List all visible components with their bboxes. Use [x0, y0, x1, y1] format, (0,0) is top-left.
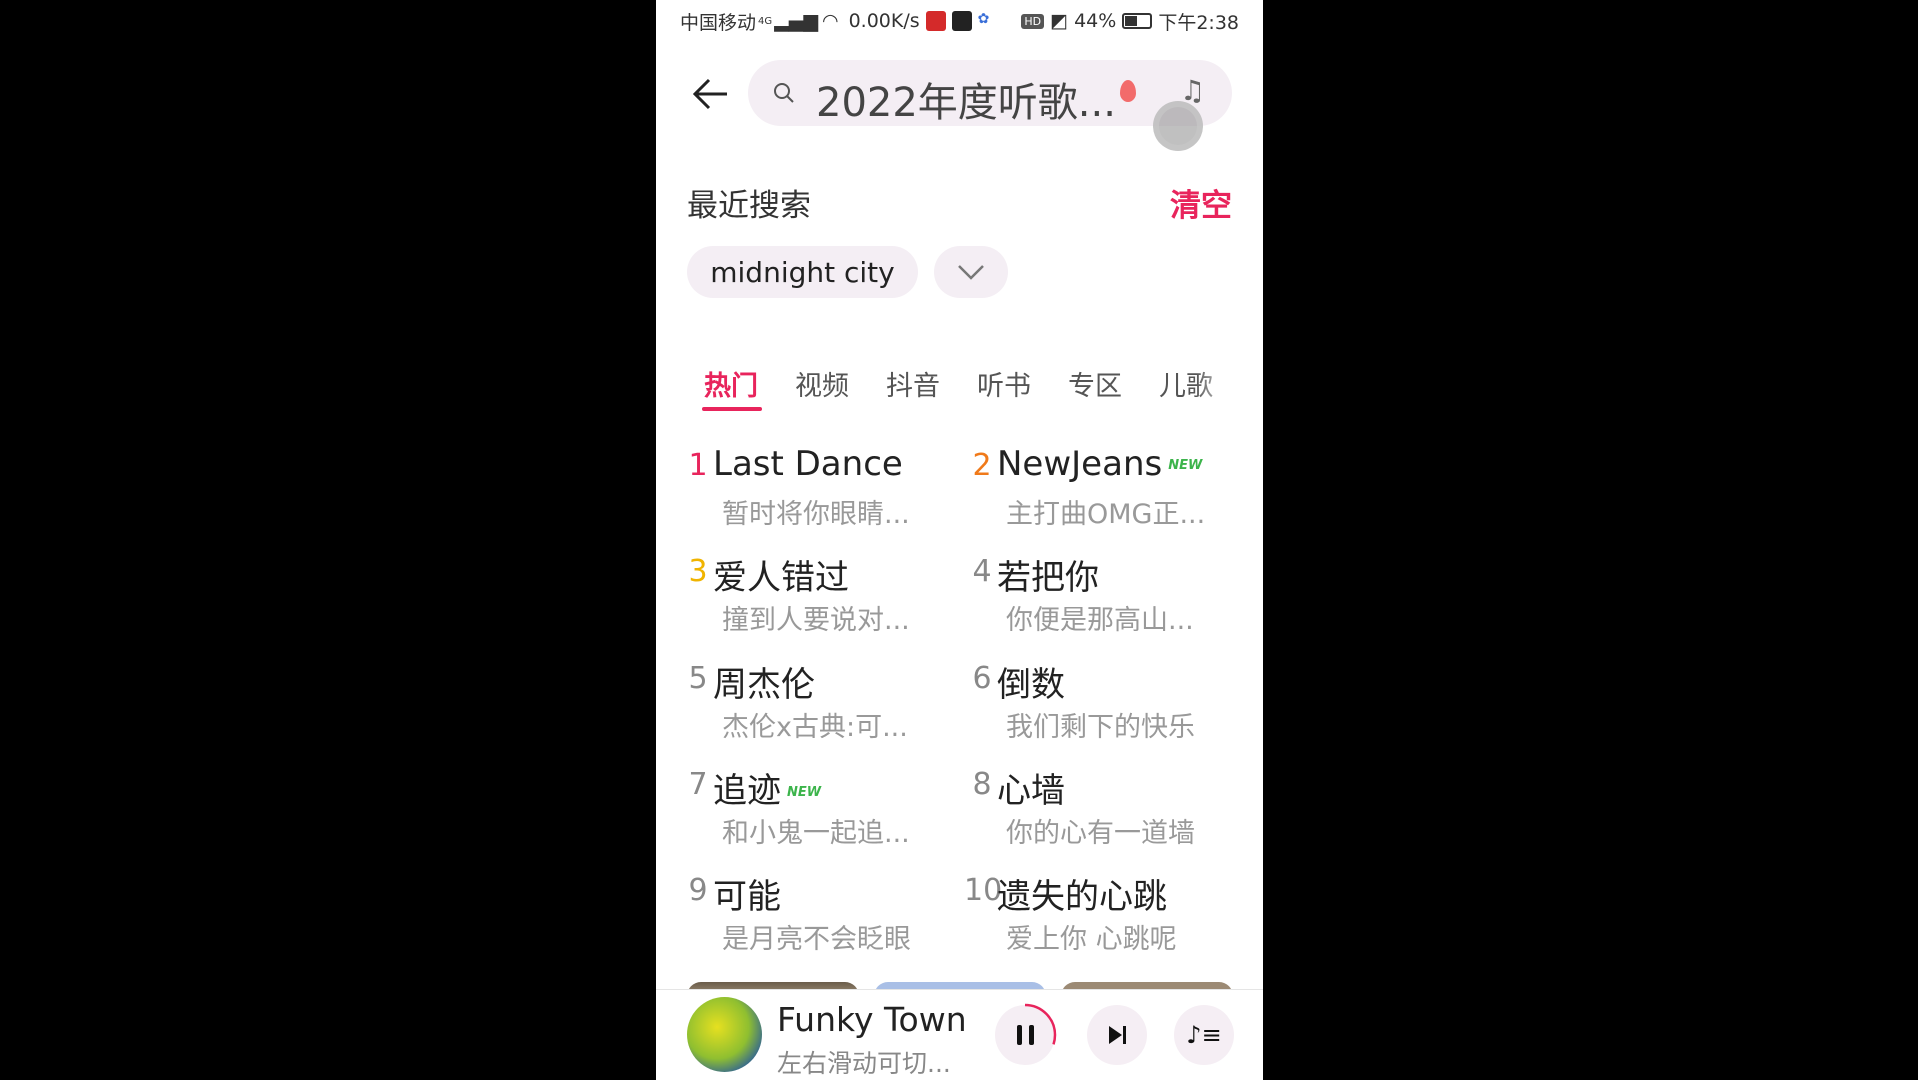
rank-number: 9: [688, 873, 708, 908]
hot-search-item[interactable]: 8 心墙 你的心有一道墙: [970, 767, 1230, 867]
baidu-icon: ✿: [977, 11, 998, 31]
tab-hot[interactable]: 热门: [704, 364, 758, 403]
back-arrow-icon: [692, 78, 727, 110]
floating-assistive-button[interactable]: [1153, 101, 1203, 151]
rank-number: 4: [972, 554, 992, 589]
hot-search-item[interactable]: 6 倒数 我们剩下的快乐: [970, 661, 1230, 761]
tab-douyin[interactable]: 抖音: [886, 364, 940, 403]
wifi-icon: ◠: [821, 10, 839, 32]
new-badge: NEW: [787, 785, 822, 800]
chevron-down-icon: [958, 265, 984, 280]
clock: 下午2:38: [1158, 11, 1239, 34]
album-art[interactable]: [687, 997, 762, 1072]
hot-search-item[interactable]: 4 若把你 你便是那高山...: [970, 554, 1230, 654]
item-title: 心墙: [997, 763, 1065, 812]
hd-icon: HD: [1021, 13, 1045, 29]
recent-search-chip[interactable]: midnight city: [687, 246, 918, 298]
item-title: NewJeans NEW: [997, 444, 1202, 484]
recent-search-heading: 最近搜索: [687, 188, 811, 224]
item-subtitle: 主打曲OMG正...: [1006, 499, 1206, 530]
app-notification-icon: [951, 11, 972, 31]
item-subtitle: 杰伦x古典:可...: [722, 712, 908, 743]
hot-search-item[interactable]: 10 遗失的心跳 爱上你 心跳呢: [964, 873, 1230, 973]
player-subtitle: 左右滑动可切...: [777, 1049, 951, 1078]
tab-active-underline: [702, 407, 762, 411]
next-track-icon: [1109, 1026, 1126, 1044]
next-track-button[interactable]: [1087, 1005, 1147, 1065]
progress-ring: [993, 1003, 1057, 1067]
tab-zone[interactable]: 专区: [1068, 364, 1122, 403]
net-speed: 0.00K/s: [848, 10, 920, 32]
item-title-text: 心墙: [997, 771, 1065, 811]
new-badge: NEW: [1168, 458, 1203, 473]
rank-number: 1: [688, 448, 708, 483]
mic-app-icon: [925, 11, 946, 31]
rank-number: 5: [688, 661, 708, 696]
item-title-text: 倒数: [997, 665, 1065, 705]
back-button[interactable]: [689, 72, 733, 116]
expand-history-button[interactable]: [934, 246, 1008, 298]
hot-search-item[interactable]: 7 追迹 NEW 和小鬼一起追...: [686, 767, 946, 867]
item-subtitle: 你的心有一道墙: [1006, 818, 1195, 849]
item-title-text: Last Dance: [713, 444, 903, 484]
item-title: Last Dance: [713, 444, 903, 484]
item-subtitle: 和小鬼一起追...: [722, 818, 910, 849]
mini-player[interactable]: Funky Town 左右滑动可切... ♪≡: [656, 989, 1263, 1080]
item-title-text: NewJeans: [997, 444, 1163, 484]
carrier: 中国移动: [680, 11, 757, 34]
clear-history-button[interactable]: 清空: [1170, 180, 1232, 225]
item-title: 倒数: [997, 657, 1065, 706]
item-subtitle: 爱上你 心跳呢: [1006, 924, 1177, 955]
hot-search-item[interactable]: 3 爱人错过 撞到人要说对...: [686, 554, 946, 654]
item-title-text: 爱人错过: [713, 558, 849, 598]
item-subtitle: 暂时将你眼睛...: [722, 499, 910, 530]
signal-icon: ▂▄▆: [774, 10, 818, 32]
phone-screen: 中国移动 4G ▂▄▆ ◠ 0.00K/s ✿ HD ◩ 44% 下午2:38 …: [656, 0, 1263, 1080]
player-title: Funky Town: [777, 1000, 967, 1039]
item-title-text: 周杰伦: [713, 665, 815, 705]
rank-number: 6: [972, 661, 992, 696]
hot-search-item[interactable]: 1 Last Dance 暂时将你眼睛...: [686, 444, 946, 548]
cast-icon: ◩: [1050, 10, 1069, 32]
item-title: 爱人错过: [713, 550, 849, 599]
rank-number: 3: [688, 554, 708, 589]
item-title-text: 可能: [713, 877, 781, 917]
rank-number: 2: [972, 448, 992, 483]
search-text: 2022年度听歌...: [816, 80, 1116, 126]
status-bar: 中国移动 4G ▂▄▆ ◠ 0.00K/s ✿ HD ◩ 44% 下午2:38: [680, 6, 1239, 36]
rank-number: 7: [688, 767, 708, 802]
item-title: 遗失的心跳: [997, 869, 1167, 918]
item-title-text: 若把你: [997, 558, 1099, 598]
item-title-text: 遗失的心跳: [997, 877, 1167, 917]
tabs-fade: [1196, 360, 1263, 404]
rank-number: 8: [972, 767, 992, 802]
hot-search-item[interactable]: 5 周杰伦 杰伦x古典:可...: [686, 661, 946, 761]
item-title: 周杰伦: [713, 657, 815, 706]
item-title: 可能: [713, 869, 781, 918]
hot-search-item[interactable]: 9 可能 是月亮不会眨眼: [686, 873, 946, 973]
item-title: 追迹 NEW: [713, 763, 821, 812]
battery-percent: 44%: [1074, 10, 1117, 32]
hot-search-item[interactable]: 2 NewJeans NEW 主打曲OMG正...: [970, 444, 1230, 548]
rank-number: 10: [964, 873, 1003, 908]
pause-button[interactable]: [993, 1003, 1057, 1067]
fire-icon: [1120, 80, 1136, 102]
item-subtitle: 我们剩下的快乐: [1006, 712, 1195, 743]
item-subtitle: 是月亮不会眨眼: [722, 924, 911, 955]
item-title: 若把你: [997, 550, 1099, 599]
playlist-button[interactable]: ♪≡: [1174, 1005, 1234, 1065]
chip-label: midnight city: [710, 255, 895, 289]
item-subtitle: 你便是那高山...: [1006, 605, 1194, 636]
battery-icon: [1122, 13, 1153, 29]
item-title-text: 追迹: [713, 771, 781, 811]
network-type: 4G: [758, 15, 773, 27]
search-icon: [774, 83, 794, 103]
playlist-icon: ♪≡: [1186, 1021, 1222, 1049]
tab-audiobook[interactable]: 听书: [977, 364, 1031, 403]
tab-video[interactable]: 视频: [795, 364, 849, 403]
item-subtitle: 撞到人要说对...: [722, 605, 910, 636]
